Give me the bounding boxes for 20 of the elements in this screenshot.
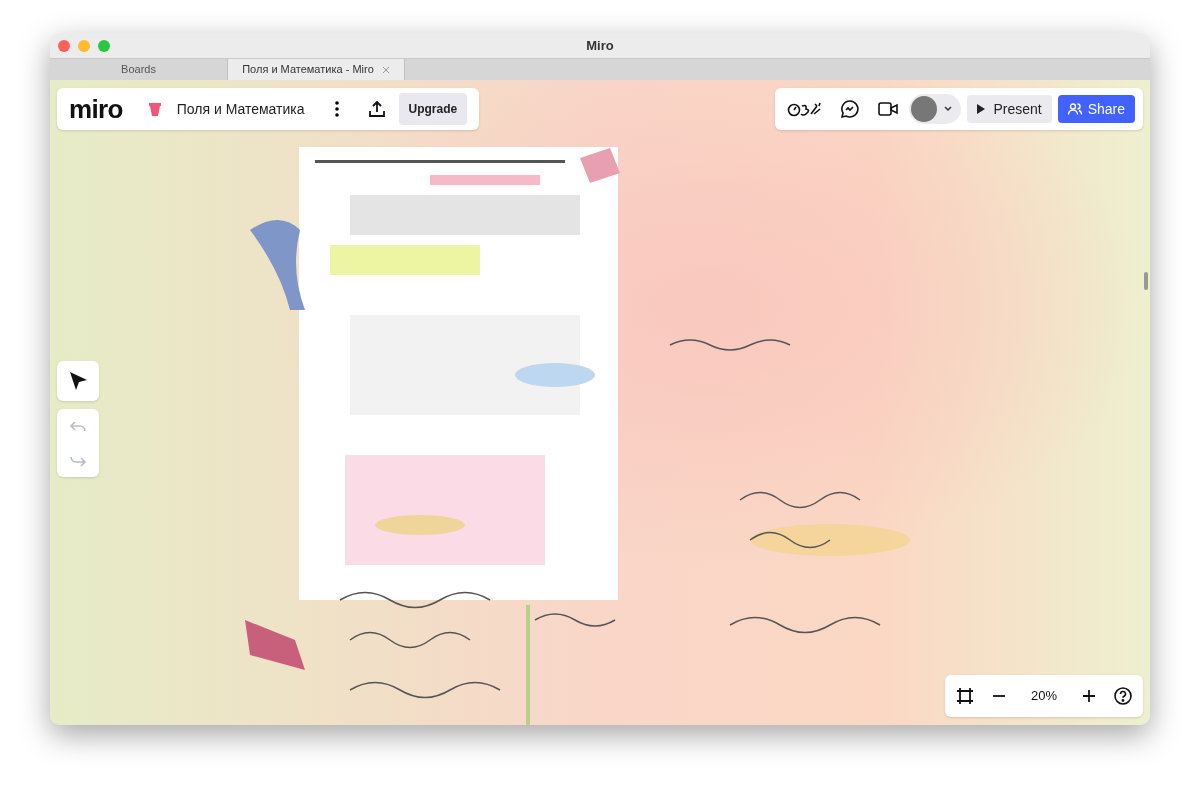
help-icon[interactable] xyxy=(1113,686,1133,706)
present-button[interactable]: Present xyxy=(967,95,1052,123)
scrollbar-thumb[interactable] xyxy=(1144,272,1148,290)
upload-icon[interactable] xyxy=(366,99,387,119)
avatar-menu[interactable] xyxy=(909,94,962,124)
people-icon xyxy=(1067,103,1082,115)
frame-icon[interactable] xyxy=(954,686,975,706)
cup-icon xyxy=(146,101,163,117)
upgrade-button[interactable]: Upgrade xyxy=(398,93,468,125)
chat-icon[interactable] xyxy=(839,98,862,120)
window-title: Miro xyxy=(586,36,614,55)
board-name[interactable]: Поля и Математика xyxy=(176,98,305,120)
zoom-level[interactable]: 20% xyxy=(1022,686,1065,706)
caret-icon xyxy=(943,104,954,114)
share-button[interactable]: Share xyxy=(1057,95,1135,123)
close-window-button[interactable] xyxy=(58,39,70,52)
browser-tab[interactable]: Поля и Математика - Miro xyxy=(227,59,404,80)
avatar-icon xyxy=(911,96,938,122)
play-icon xyxy=(977,104,986,114)
miro-logo[interactable]: miro xyxy=(69,89,123,129)
